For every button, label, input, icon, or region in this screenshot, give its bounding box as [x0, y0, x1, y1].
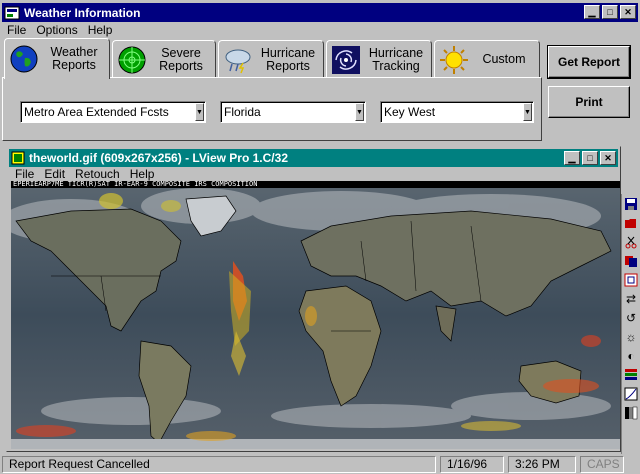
brightness-icon[interactable]: ☼: [622, 328, 640, 346]
viewer-app-icon: [11, 151, 25, 165]
dropdown-arrow-icon[interactable]: ▼: [355, 103, 364, 121]
viewer-menu-help[interactable]: Help: [124, 167, 159, 182]
title-bar[interactable]: Weather Information ▁ □ ✕: [2, 3, 638, 22]
status-caps: CAPS: [580, 456, 624, 473]
minimize-button[interactable]: ▁: [584, 5, 600, 19]
main-window: Weather Information ▁ □ ✕ File Options H…: [0, 0, 640, 474]
state-select[interactable]: Florida ▼: [220, 101, 366, 123]
sun-icon: [440, 45, 468, 74]
viewer-menu-file[interactable]: File: [9, 167, 38, 182]
maximize-icon: □: [587, 152, 593, 163]
window-title: Weather Information: [24, 5, 141, 20]
print-button[interactable]: Print: [548, 86, 630, 118]
close-button[interactable]: ✕: [620, 5, 636, 19]
tab-label-line1: Hurricane: [368, 45, 424, 60]
world-map-image: [11, 181, 620, 449]
storm-cloud-icon: [225, 49, 251, 73]
satellite-world-map[interactable]: EPERIEARP7ME TICR(R)SAT IR-EAR-9 COMPOSI…: [11, 181, 620, 449]
viewer-tool-strip: ⇄ ↺ ☼ ◐: [621, 194, 640, 456]
radar-icon: [118, 46, 146, 73]
viewer-maximize-button[interactable]: □: [582, 151, 598, 165]
viewer-menu-edit[interactable]: Edit: [38, 167, 69, 182]
rotate-icon[interactable]: ↺: [622, 309, 640, 327]
close-icon: ✕: [624, 6, 632, 17]
get-report-button[interactable]: Get Report: [547, 45, 631, 79]
minimize-icon: ▁: [568, 152, 576, 163]
globe-icon: [10, 45, 38, 73]
tab-strip: Weather Reports Severe Reports Hurricane…: [2, 38, 542, 79]
tab-label-line1: Hurricane: [260, 45, 316, 60]
status-date: 1/16/96: [440, 456, 504, 473]
tab-label-line2: Reports: [52, 58, 96, 72]
image-viewer-window: theworld.gif (609x267x256) - LView Pro 1…: [6, 146, 621, 452]
minimize-icon: ▁: [588, 6, 596, 17]
save-icon[interactable]: [622, 195, 640, 213]
tab-label-line2: Reports: [159, 58, 203, 73]
status-message: Report Request Cancelled: [2, 456, 436, 473]
grayscale-icon[interactable]: [622, 404, 640, 422]
paste-icon[interactable]: [622, 271, 640, 289]
maximize-button[interactable]: □: [602, 5, 618, 19]
swap-icon[interactable]: ⇄: [622, 290, 640, 308]
tab-custom[interactable]: Custom: [434, 40, 540, 78]
status-time: 3:26 PM: [508, 456, 576, 473]
viewer-menu-retouch[interactable]: Retouch: [69, 167, 124, 182]
hurricane-icon: [332, 45, 360, 74]
status-bar: Report Request Cancelled 1/16/96 3:26 PM…: [0, 454, 640, 474]
gamma-icon[interactable]: [622, 385, 640, 403]
tab-label-line2: Tracking: [372, 58, 420, 73]
open-icon[interactable]: [622, 214, 640, 232]
dropdown-arrow-icon[interactable]: ▼: [195, 103, 204, 121]
city-select-value: Key West: [384, 105, 436, 119]
close-icon: ✕: [604, 152, 612, 163]
dropdown-arrow-icon[interactable]: ▼: [523, 103, 532, 121]
menu-options[interactable]: Options: [31, 22, 82, 38]
viewer-close-button[interactable]: ✕: [600, 151, 616, 165]
category-select-value: Metro Area Extended Fcsts: [24, 105, 169, 119]
tab-weather-reports[interactable]: Weather Reports: [4, 38, 110, 79]
tab-label-line1: Custom: [482, 52, 526, 66]
viewer-title: theworld.gif (609x267x256) - LView Pro 1…: [29, 151, 288, 165]
tab-label-line2: Reports: [266, 58, 310, 73]
city-select[interactable]: Key West ▼: [380, 101, 534, 123]
contrast-icon[interactable]: ◐: [622, 347, 640, 365]
copy-icon[interactable]: [622, 252, 640, 270]
tab-severe-reports[interactable]: Severe Reports: [112, 40, 216, 78]
viewer-menu-bar: File Edit Retouch Help: [9, 167, 158, 182]
app-icon: [4, 6, 20, 19]
menu-file[interactable]: File: [2, 22, 31, 38]
tab-hurricane-reports[interactable]: Hurricane Reports: [218, 40, 324, 78]
category-select[interactable]: Metro Area Extended Fcsts ▼: [20, 101, 206, 123]
state-select-value: Florida: [224, 105, 261, 119]
viewer-title-bar[interactable]: theworld.gif (609x267x256) - LView Pro 1…: [9, 149, 618, 167]
menu-bar: File Options Help: [2, 22, 117, 38]
tab-hurricane-tracking[interactable]: Hurricane Tracking: [326, 40, 432, 78]
palette-icon[interactable]: [622, 366, 640, 384]
maximize-icon: □: [607, 6, 613, 17]
viewer-minimize-button[interactable]: ▁: [564, 151, 580, 165]
tab-label-line1: Severe: [161, 45, 201, 60]
cut-icon[interactable]: [622, 233, 640, 251]
image-header-text: EPERIEARP7ME TICR(R)SAT IR-EAR-9 COMPOSI…: [11, 181, 620, 188]
menu-help[interactable]: Help: [83, 22, 118, 38]
